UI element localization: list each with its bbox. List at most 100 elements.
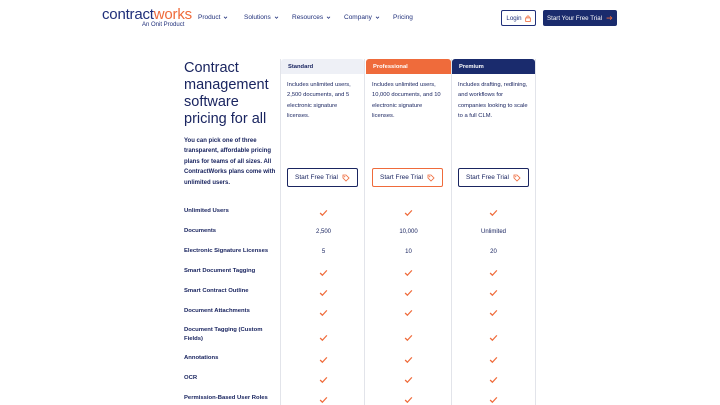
start-free-trial-premium-button[interactable]: Start Free Trial — [458, 168, 529, 187]
arrow-right-icon — [606, 15, 613, 21]
feature-value: 2,500 — [315, 229, 331, 235]
checkmark-icon — [319, 334, 328, 342]
checkmark-icon — [489, 356, 498, 364]
trial-label: Start Your Free Trial — [546, 14, 603, 22]
checkmark-icon — [404, 356, 413, 364]
checkmark-icon — [404, 396, 413, 404]
feature-label: Smart Document Tagging — [184, 268, 256, 274]
chevron-down-icon — [274, 16, 279, 19]
checkmark-icon — [404, 209, 413, 217]
feature-value: Unlimited — [480, 229, 506, 235]
logo-tagline: An Onit Product — [142, 22, 185, 28]
nav-item-label: Resources — [292, 14, 324, 21]
logo-wordmark: contractworks — [102, 6, 192, 23]
feature-value: 20 — [490, 249, 497, 255]
nav-item-solutions[interactable]: Solutions — [244, 14, 279, 21]
feature-label: Documents — [184, 228, 217, 234]
hero-description: You can pick one of three transparent, a… — [184, 138, 276, 186]
checkmark-cell — [366, 309, 451, 319]
nav-item-label: Solutions — [244, 14, 271, 21]
checkmark-icon — [489, 209, 498, 217]
feature-value: 10,000 — [399, 229, 418, 235]
feature-label: Annotations — [184, 355, 219, 361]
nav-item-company[interactable]: Company — [344, 14, 380, 21]
checkmark-cell — [281, 289, 366, 299]
checkmark-icon — [404, 269, 413, 277]
checkmark-icon — [404, 334, 413, 342]
start-free-trial-button[interactable]: Start Your Free Trial — [543, 10, 617, 26]
login-button[interactable]: Login — [501, 10, 536, 26]
checkmark-cell — [281, 356, 366, 366]
checkmark-icon — [319, 269, 328, 277]
feature-label: Smart Contract Outline — [184, 288, 249, 294]
checkmark-cell — [451, 289, 536, 299]
tag-icon — [513, 174, 521, 182]
checkmark-icon — [489, 334, 498, 342]
checkmark-cell — [451, 334, 536, 344]
lock-icon — [524, 15, 531, 22]
checkmark-icon — [404, 309, 413, 317]
checkmark-icon — [319, 209, 328, 217]
checkmark-cell — [366, 269, 451, 279]
checkmark-icon — [319, 356, 328, 364]
plan-header: Professional — [366, 59, 451, 74]
checkmark-cell — [366, 396, 451, 405]
feature-label: OCR — [184, 375, 198, 381]
checkmark-icon — [404, 376, 413, 384]
checkmark-icon — [319, 289, 328, 297]
checkmark-icon — [319, 309, 328, 317]
chevron-down-icon — [326, 16, 331, 19]
checkmark-cell — [451, 309, 536, 319]
checkmark-cell — [366, 289, 451, 299]
start-free-trial-professional-button[interactable]: Start Free Trial — [372, 168, 443, 187]
checkmark-icon — [319, 396, 328, 404]
button-label: Start Free Trial — [466, 174, 509, 181]
checkmark-cell — [281, 209, 366, 219]
start-free-trial-standard-button[interactable]: Start Free Trial — [287, 168, 358, 187]
checkmark-cell — [281, 376, 366, 386]
checkmark-cell — [451, 269, 536, 279]
plan-description: Includes drafting, redlining, and workfl… — [458, 82, 528, 120]
top-navigation: contractworks An Onit Product Product So… — [0, 0, 720, 36]
plan-header: Standard — [281, 59, 364, 74]
plan-description: Includes unlimited users, 10,000 documen… — [372, 82, 441, 120]
button-label: Start Free Trial — [295, 174, 338, 181]
chevron-down-icon — [375, 16, 380, 19]
nav-item-product[interactable]: Product — [198, 14, 228, 21]
feature-label: Permission-Based User Roles — [184, 395, 268, 401]
checkmark-cell — [451, 376, 536, 386]
checkmark-cell — [281, 334, 366, 344]
checkmark-cell — [451, 209, 536, 219]
checkmark-icon — [489, 269, 498, 277]
checkmark-cell — [366, 356, 451, 366]
checkmark-cell — [366, 376, 451, 386]
button-label: Start Free Trial — [380, 174, 423, 181]
checkmark-icon — [404, 289, 413, 297]
nav-item-resources[interactable]: Resources — [292, 14, 331, 21]
tag-icon — [342, 174, 350, 182]
checkmark-icon — [319, 376, 328, 384]
checkmark-cell — [451, 396, 536, 405]
nav-item-label: Product — [198, 14, 221, 21]
feature-value: 5 — [321, 249, 326, 255]
feature-label: Document Attachments — [184, 308, 250, 314]
nav-item-label: Company — [344, 14, 372, 21]
checkmark-icon — [489, 396, 498, 404]
nav-item-label: Pricing — [393, 14, 413, 21]
nav-item-pricing[interactable]: Pricing — [393, 14, 413, 21]
checkmark-cell — [451, 356, 536, 366]
feature-label: Unlimited Users — [184, 208, 229, 214]
checkmark-icon — [489, 309, 498, 317]
plan-header: Premium — [452, 59, 535, 74]
feature-label: Electronic Signature Licenses — [184, 248, 269, 254]
login-label: Login — [506, 14, 522, 22]
checkmark-cell — [281, 269, 366, 279]
tag-icon — [427, 174, 435, 182]
feature-label: Document Tagging (Custom Fields) — [184, 327, 263, 342]
checkmark-cell — [366, 209, 451, 219]
contractworks-logo[interactable]: contractworks An Onit Product — [102, 6, 192, 28]
page-title: Contract management software pricing for… — [184, 60, 269, 127]
checkmark-cell — [281, 309, 366, 319]
checkmark-icon — [489, 376, 498, 384]
feature-value: 10 — [405, 249, 412, 255]
